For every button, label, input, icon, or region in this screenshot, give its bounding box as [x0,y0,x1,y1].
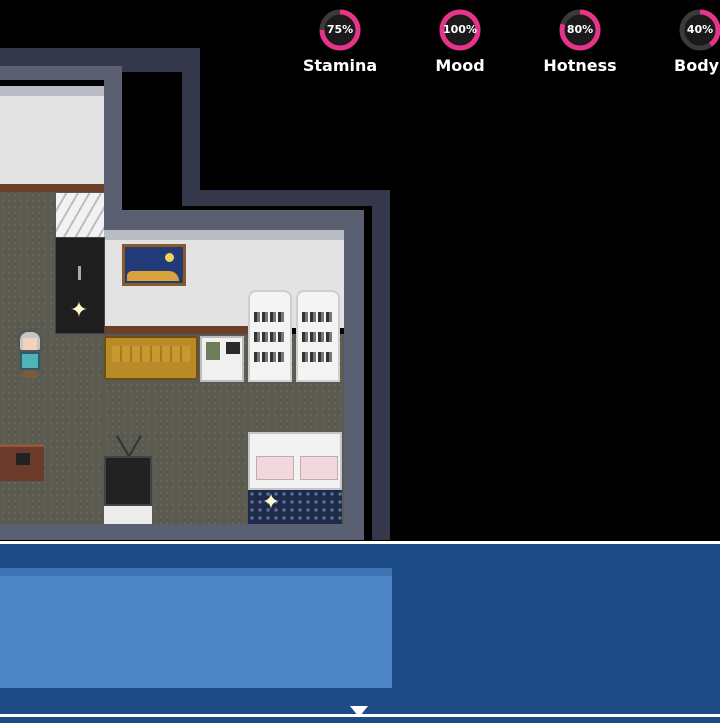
mood-percent: 100% [443,23,477,36]
stamina-percent: 75% [326,23,354,36]
shelf-books [254,332,286,342]
game-map[interactable]: ✦ ✦ [0,0,720,540]
side-table[interactable] [200,336,244,382]
wall-moulding [104,230,344,240]
wall [372,190,390,540]
sofa[interactable] [104,336,198,380]
wall [182,48,200,206]
hotness-label: Hotness [543,56,617,75]
telephone [16,453,30,465]
hill-shape [127,271,179,281]
stat-stamina: 75% Stamina [294,6,384,80]
wall [344,210,364,540]
wall [0,524,364,540]
shelf-books [254,352,286,362]
wall [104,210,364,230]
dresser-drawer [300,456,338,480]
hotness-percent: 80% [566,23,594,36]
tv-stand [104,506,152,524]
shelf-books [254,312,286,322]
wall [104,66,122,216]
mood-label: Mood [435,56,485,75]
sparkle-icon[interactable]: ✦ [68,300,90,322]
wall-moulding [0,86,104,96]
wall-trim [0,184,104,192]
shelf-books [302,332,334,342]
character-body [20,352,40,370]
character-face [23,338,37,350]
night-sky-painting [122,244,186,286]
clock [206,342,220,360]
wallpaper [0,96,104,184]
message-window[interactable] [0,541,720,723]
stamina-label: Stamina [302,56,378,75]
shelf-books [302,352,334,362]
sparkle-icon[interactable]: ✦ [260,492,282,514]
stat-body: 40% Body [654,6,720,80]
message-panel [0,568,392,688]
bookshelf[interactable] [296,290,340,382]
moon-shape [165,253,174,262]
body-label: Body [674,56,720,75]
shelf-books [302,312,334,322]
television[interactable] [104,456,152,506]
triangle-down-icon[interactable] [350,706,368,717]
stairs[interactable] [56,193,104,237]
character-legs [23,370,37,378]
radio [226,342,240,354]
message-panel-strip [0,568,392,576]
player-character [14,328,46,378]
stat-mood: 100% Mood [414,6,504,80]
dresser-drawer [256,456,294,480]
body-percent: 40% [686,23,714,36]
stat-hotness: 80% Hotness [534,6,624,80]
wall-trim [104,326,248,334]
desk[interactable] [0,444,44,481]
wall [182,190,388,206]
dresser[interactable] [248,432,342,490]
bookshelf[interactable] [248,290,292,382]
